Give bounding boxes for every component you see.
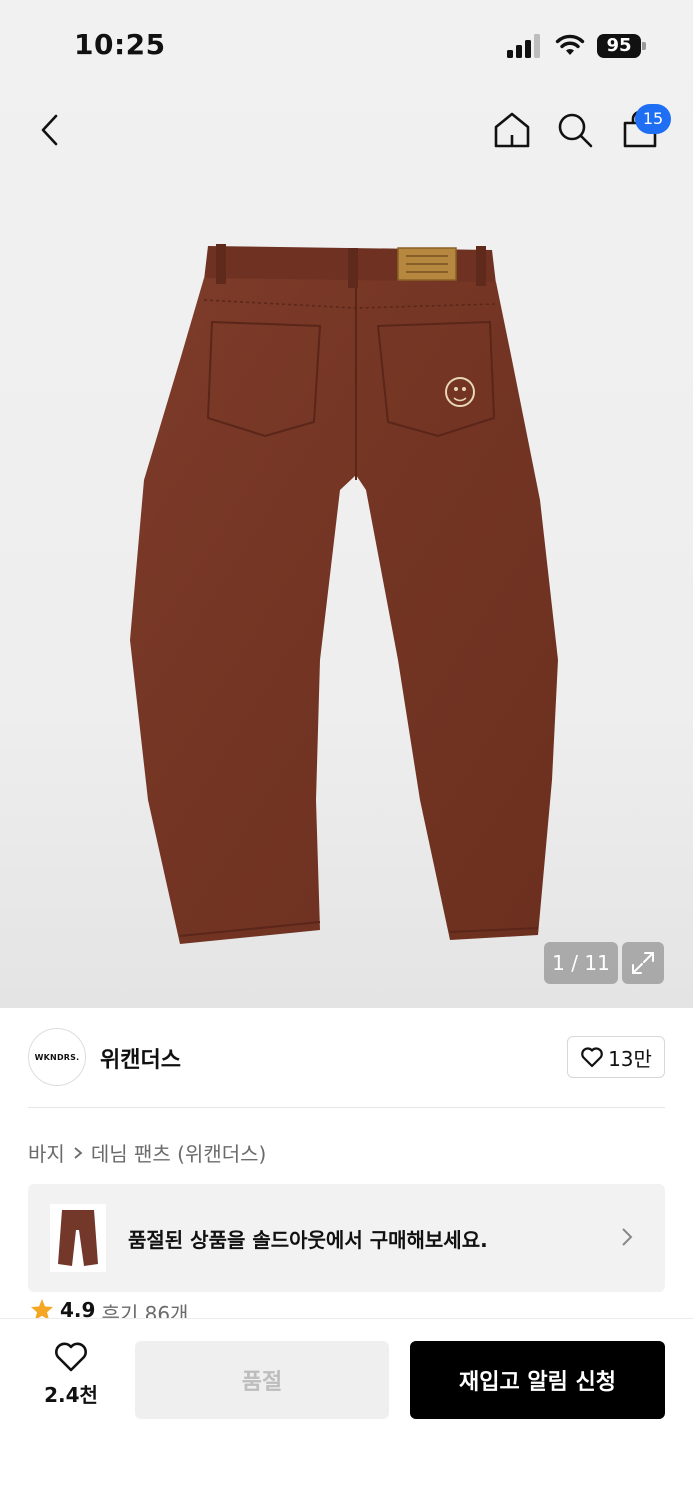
breadcrumb-category[interactable]: 바지 [28,1138,65,1167]
battery-indicator: 95 [597,34,647,58]
divider [28,1107,665,1108]
image-counter: 1 / 11 [544,942,618,984]
status-time: 10:25 [74,28,166,61]
heart-icon [55,1342,87,1372]
expand-icon [632,952,654,974]
wishlist-button[interactable]: 2.4천 [30,1341,112,1421]
brand-logo[interactable]: WKNDRS. [28,1028,86,1086]
rating-row[interactable]: 4.9 후기 86개 [30,1298,188,1320]
banner-product-thumbnail [50,1204,106,1272]
chevron-right-icon [622,1228,633,1246]
bottom-action-bar: 2.4천 품절 재입고 알림 신청 [0,1318,693,1500]
star-icon [31,1299,53,1320]
cellular-signal-icon [507,34,540,58]
top-navigation [0,100,693,160]
battery-tip [642,42,646,50]
wishlist-count: 2.4천 [44,1383,98,1407]
back-icon [41,114,58,146]
battery-level: 95 [597,34,641,58]
product-gallery[interactable]: 10:25 95 15 1 / 11 [0,0,693,1008]
chevron-right-icon [74,1146,83,1159]
cart-count-badge: 15 [635,104,671,134]
brand-row: WKNDRS. 위캔더스 13만 [28,1028,665,1088]
product-image[interactable] [120,240,570,950]
brand-logo-text: WKNDRS. [34,1052,80,1062]
soldout-button: 품절 [135,1341,389,1419]
heart-icon [581,1047,603,1068]
home-button[interactable] [490,108,534,152]
search-button[interactable] [553,108,597,152]
brand-name[interactable]: 위캔더스 [100,1042,181,1074]
banner-text: 품절된 상품을 솔드아웃에서 구매해보세요. [128,1228,488,1252]
fullscreen-button[interactable] [622,942,664,984]
back-button[interactable] [28,108,72,152]
wifi-icon [555,34,585,55]
breadcrumb: 바지 데님 팬츠 (위캔더스) [28,1138,266,1167]
brand-like-button[interactable]: 13만 [567,1036,665,1078]
breadcrumb-subcategory[interactable]: 데님 팬츠 (위캔더스) [91,1138,267,1167]
home-icon [494,112,530,148]
rating-value: 4.9 [60,1298,96,1320]
soldout-banner[interactable]: 품절된 상품을 솔드아웃에서 구매해보세요. [28,1184,665,1292]
restock-alert-button[interactable]: 재입고 알림 신청 [410,1341,665,1419]
brand-like-count: 13만 [608,1046,652,1071]
status-bar: 10:25 95 [0,0,693,90]
review-count: 후기 86개 [101,1302,189,1320]
search-icon [558,113,593,148]
